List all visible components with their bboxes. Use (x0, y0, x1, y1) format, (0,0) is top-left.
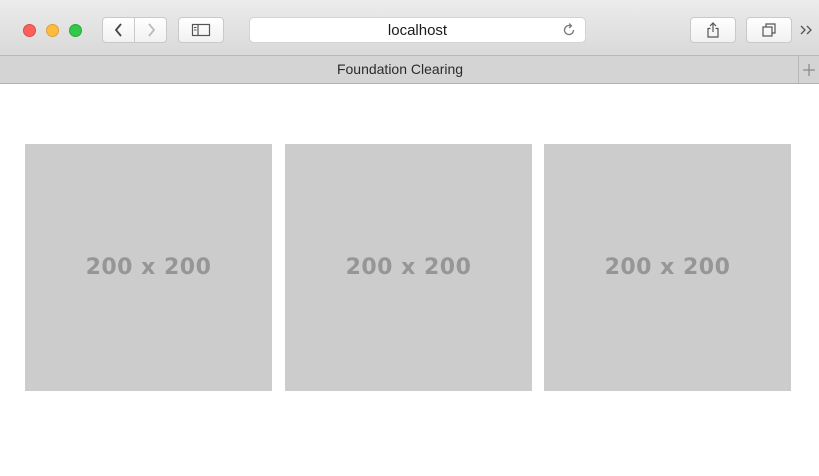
page-content: 200 x 200 200 x 200 200 x 200 (0, 84, 819, 476)
placeholder-label: 200 x 200 (85, 255, 212, 280)
show-tabs-button[interactable] (746, 17, 792, 43)
close-window-button[interactable] (23, 24, 36, 37)
tab-active[interactable]: Foundation Clearing (0, 56, 800, 83)
more-toolbar-items-button[interactable] (796, 19, 818, 41)
double-chevron-right-icon (800, 25, 812, 35)
address-bar[interactable]: localhost (249, 17, 586, 43)
gallery-thumbnail-2[interactable]: 200 x 200 (285, 144, 532, 391)
sidebar-icon (191, 23, 211, 37)
tabs-overview-icon (762, 23, 776, 37)
gallery-thumbnail-3[interactable]: 200 x 200 (544, 144, 791, 391)
forward-button[interactable] (134, 17, 167, 43)
browser-toolbar: localhost (0, 0, 819, 55)
sidebar-button[interactable] (178, 17, 224, 43)
share-button[interactable] (690, 17, 736, 43)
new-tab-button[interactable] (798, 56, 819, 83)
gallery-thumbnail-1[interactable]: 200 x 200 (25, 144, 272, 391)
reload-icon[interactable] (561, 22, 577, 38)
chevron-left-icon (114, 23, 122, 37)
placeholder-label: 200 x 200 (345, 255, 472, 280)
plus-icon (803, 63, 815, 76)
chevron-right-icon (147, 23, 155, 37)
tab-bar: Foundation Clearing (0, 55, 819, 84)
back-button[interactable] (102, 17, 135, 43)
address-text: localhost (387, 22, 448, 39)
zoom-window-button[interactable] (69, 24, 82, 37)
minimize-window-button[interactable] (46, 24, 59, 37)
placeholder-label: 200 x 200 (604, 255, 731, 280)
share-icon (707, 22, 719, 38)
